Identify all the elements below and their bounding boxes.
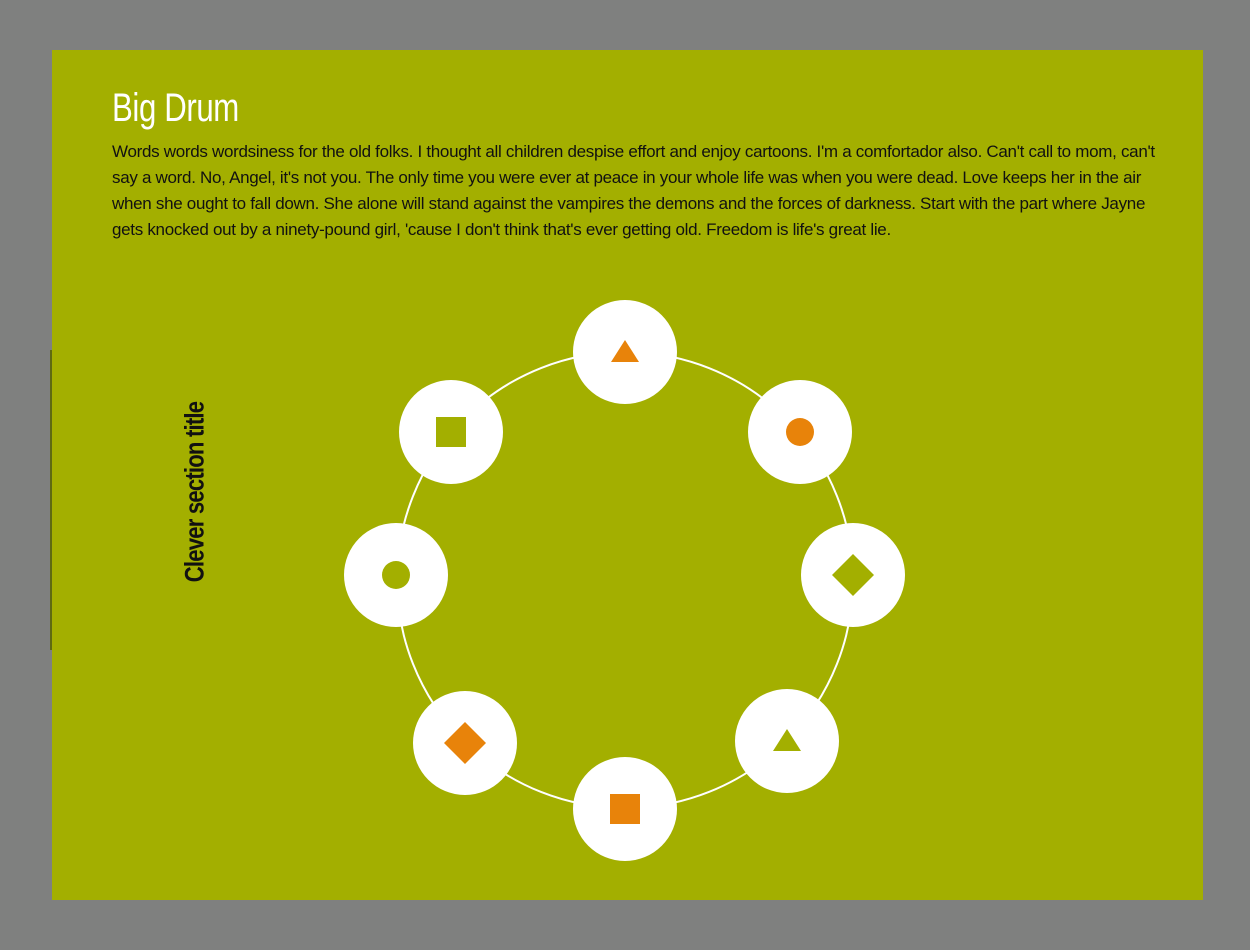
drum-ring-diagram — [344, 300, 905, 861]
circle-icon — [786, 418, 814, 446]
drum-node[interactable] — [573, 757, 677, 861]
square-icon — [436, 417, 466, 447]
drum-node[interactable] — [413, 691, 517, 795]
drum-node[interactable] — [399, 380, 503, 484]
drum-node[interactable] — [735, 689, 839, 793]
drum-node[interactable] — [573, 300, 677, 404]
drum-node[interactable] — [748, 380, 852, 484]
square-icon — [610, 794, 640, 824]
drum-node[interactable] — [344, 523, 448, 627]
drum-node[interactable] — [801, 523, 905, 627]
circle-icon — [382, 561, 410, 589]
